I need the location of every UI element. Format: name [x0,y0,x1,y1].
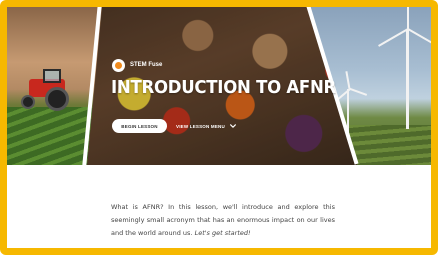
view-lesson-menu-link[interactable]: VIEW LESSON MENU [176,119,237,133]
lesson-title: INTRODUCTION TO AFNR [111,77,337,98]
tractor-image [15,69,77,113]
lesson-card: STEM Fuse INTRODUCTION TO AFNR BEGIN LES… [7,7,431,248]
brand: STEM Fuse [112,58,162,72]
highlight-frame: STEM Fuse INTRODUCTION TO AFNR BEGIN LES… [0,0,438,255]
chevron-down-icon [230,124,236,128]
lesson-intro: What is AFNR? In this lesson, we'll intr… [111,201,335,240]
hero-banner: STEM Fuse INTRODUCTION TO AFNR BEGIN LES… [7,7,431,165]
begin-lesson-button[interactable]: BEGIN LESSON [112,119,167,133]
stem-fuse-logo-icon [112,58,125,72]
intro-cta: Let's get started! [194,229,251,237]
brand-name: STEM Fuse [130,62,163,68]
wind-turbine-image [378,7,431,129]
view-lesson-menu-label: VIEW LESSON MENU [176,123,225,129]
